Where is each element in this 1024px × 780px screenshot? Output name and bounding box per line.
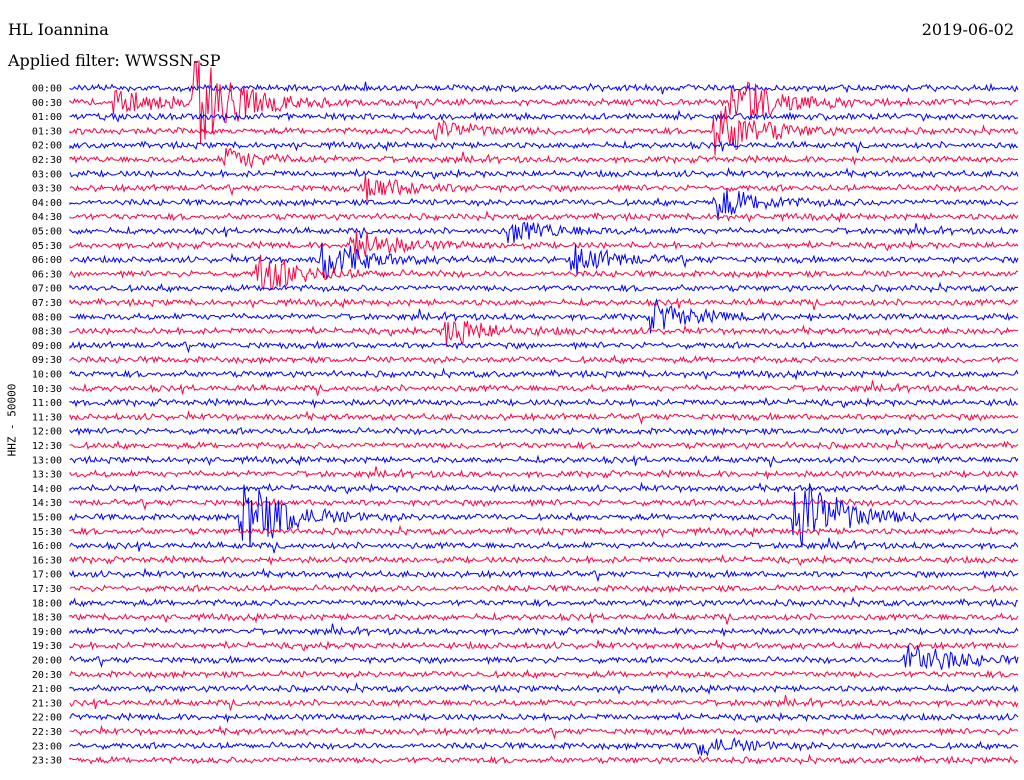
trace-row-0330 <box>69 174 1019 202</box>
time-tick-label: 18:00 <box>32 598 62 609</box>
trace-row-2200 <box>69 711 1019 724</box>
trace-row-1730 <box>69 583 1019 594</box>
time-tick-label: 12:30 <box>32 441 62 452</box>
seismic-traces <box>69 60 1019 766</box>
trace-row-0400 <box>69 188 1019 221</box>
trace-row-1230 <box>69 438 1019 451</box>
time-tick-label: 22:30 <box>32 727 62 738</box>
trace-row-1800 <box>69 596 1019 608</box>
trace-row-1330 <box>69 466 1019 481</box>
trace-row-1130 <box>69 410 1019 426</box>
trace-row-1900 <box>69 623 1019 638</box>
trace-row-0300 <box>69 166 1019 180</box>
time-tick-label: 05:00 <box>32 227 62 238</box>
time-tick-label: 17:00 <box>32 570 62 581</box>
trace-row-1930 <box>69 638 1019 652</box>
time-tick-label: 16:00 <box>32 541 62 552</box>
station-title: HL Ioannina <box>8 20 109 39</box>
trace-row-1030 <box>69 380 1019 396</box>
time-tick-label: 09:30 <box>32 355 62 366</box>
time-tick-label: 20:00 <box>32 656 62 667</box>
time-tick-label: 10:30 <box>32 384 62 395</box>
time-tick-label: 21:30 <box>32 698 62 709</box>
trace-row-0200 <box>69 139 1019 153</box>
trace-row-2130 <box>69 694 1019 711</box>
time-tick-label: 07:30 <box>32 298 62 309</box>
trace-row-0000 <box>69 81 1019 95</box>
time-tick-label: 07:00 <box>32 284 62 295</box>
helicorder-plot: 00:00 00:30 01:00 01:30 02:00 02:30 03:00 03:30… <box>32 60 1019 767</box>
time-tick-label: 13:00 <box>32 455 62 466</box>
time-tick-label: 18:30 <box>32 613 62 624</box>
trace-row-1400 <box>69 481 1019 495</box>
time-tick-label: 10:00 <box>32 370 62 381</box>
time-tick-label: 22:00 <box>32 713 62 724</box>
time-tick-label: 13:30 <box>32 470 62 481</box>
time-tick-label: 20:30 <box>32 670 62 681</box>
time-tick-label: 05:30 <box>32 241 62 252</box>
trace-row-2000 <box>69 645 1019 670</box>
trace-row-2300 <box>69 737 1019 757</box>
time-tick-label: 12:00 <box>32 427 62 438</box>
time-tick-label: 03:00 <box>32 169 62 180</box>
time-tick-label: 03:30 <box>32 184 62 195</box>
time-tick-label: 06:00 <box>32 255 62 266</box>
trace-row-2330 <box>69 753 1019 766</box>
filter-label: Applied filter: WWSSN-SP <box>8 51 221 70</box>
time-tick-labels: 00:00 00:30 01:00 01:30 02:00 02:30 03:00 03:30… <box>32 84 62 767</box>
time-tick-label: 11:30 <box>32 412 62 423</box>
time-tick-label: 02:30 <box>32 155 62 166</box>
time-tick-label: 14:00 <box>32 484 62 495</box>
time-tick-label: 08:00 <box>32 312 62 323</box>
trace-row-1600 <box>69 537 1019 554</box>
time-tick-label: 23:30 <box>32 756 62 767</box>
channel-label: HHZ - 50000 <box>5 383 19 457</box>
time-tick-label: 04:00 <box>32 198 62 209</box>
trace-row-0930 <box>69 354 1019 365</box>
time-tick-label: 16:30 <box>32 555 62 566</box>
trace-row-2030 <box>69 668 1019 680</box>
trace-row-1530 <box>69 524 1019 538</box>
trace-row-1830 <box>69 611 1019 625</box>
time-tick-label: 01:00 <box>32 112 62 123</box>
trace-row-1430 <box>69 497 1019 511</box>
date-label: 2019-06-02 <box>921 20 1014 39</box>
time-tick-label: 04:30 <box>32 212 62 223</box>
trace-row-0730 <box>69 297 1019 311</box>
time-tick-label: 15:30 <box>32 527 62 538</box>
trace-row-1200 <box>69 426 1019 437</box>
trace-row-0430 <box>69 210 1019 224</box>
trace-row-0830 <box>69 320 1019 347</box>
trace-row-1630 <box>69 554 1019 566</box>
trace-row-0900 <box>69 340 1019 354</box>
time-tick-label: 19:00 <box>32 627 62 638</box>
trace-row-2100 <box>69 681 1019 696</box>
trace-row-1500 <box>69 483 1019 548</box>
time-tick-label: 14:30 <box>32 498 62 509</box>
trace-row-1100 <box>69 396 1019 409</box>
time-tick-label: 06:30 <box>32 269 62 280</box>
time-tick-label: 19:30 <box>32 641 62 652</box>
time-tick-label: 17:30 <box>32 584 62 595</box>
trace-row-1300 <box>69 454 1019 468</box>
time-tick-label: 02:00 <box>32 141 62 152</box>
time-tick-label: 23:00 <box>32 741 62 752</box>
trace-row-1700 <box>69 567 1019 583</box>
time-tick-label: 01:30 <box>32 126 62 137</box>
trace-row-2230 <box>69 724 1019 740</box>
time-tick-label: 08:30 <box>32 327 62 338</box>
time-tick-label: 00:00 <box>32 84 62 95</box>
trace-row-1000 <box>69 367 1019 381</box>
time-tick-label: 21:00 <box>32 684 62 695</box>
trace-row-0530 <box>69 231 1019 260</box>
trace-row-0700 <box>69 281 1019 294</box>
trace-row-0230 <box>69 147 1019 169</box>
time-tick-label: 09:00 <box>32 341 62 352</box>
time-tick-label: 11:00 <box>32 398 62 409</box>
time-tick-label: 15:00 <box>32 513 62 524</box>
time-tick-label: 00:30 <box>32 98 62 109</box>
trace-row-0500 <box>69 221 1019 244</box>
